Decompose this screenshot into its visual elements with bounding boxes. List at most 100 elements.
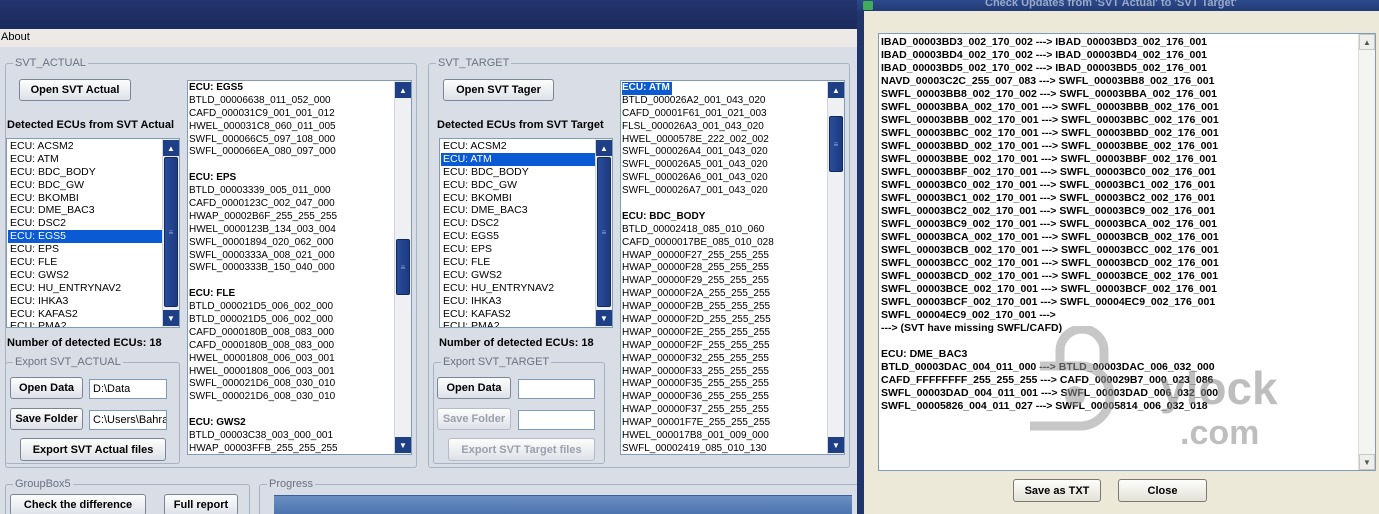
- report-line: SWFL_00003BCE_002_170_001 ---> SWFL_0000…: [881, 283, 1217, 295]
- list-item[interactable]: ECU: DME_BAC3: [8, 204, 162, 217]
- ecu-detail-line: CAFD_0000123C_002_047_000: [189, 198, 394, 211]
- line-text: HWEL_00001808_006_003_001: [189, 352, 335, 364]
- ecu-detail-line: CAFD_0000180B_008_083_000: [189, 340, 394, 353]
- list-item[interactable]: ECU: FLE: [8, 256, 162, 269]
- open-svt-target-button[interactable]: Open SVT Tager: [443, 79, 554, 101]
- ecu-list-target-scrollbar[interactable]: ▲ ≡ ▼: [595, 139, 612, 327]
- ecu-details-target-scrollbar[interactable]: ▲ ≡ ▼: [827, 81, 844, 454]
- ecu-detail-line: SWFL_0000333B_150_040_000: [189, 262, 394, 275]
- open-data-button-target[interactable]: Open Data: [437, 377, 511, 399]
- list-item[interactable]: ECU: BDC_BODY: [441, 166, 595, 179]
- list-item[interactable]: ECU: BKOMBI: [441, 192, 595, 205]
- scroll-down-icon[interactable]: ▼: [395, 437, 411, 453]
- list-item[interactable]: ECU: IHKA3: [8, 295, 162, 308]
- ecu-header-line: ECU: ATM: [622, 82, 827, 95]
- scroll-down-icon[interactable]: ▼: [596, 310, 612, 326]
- ecu-details-actual-scrollbar[interactable]: ▲ ≡ ▼: [394, 81, 411, 454]
- list-item[interactable]: ECU: EPS: [8, 243, 162, 256]
- ecu-detail-line: HWAP_00000F35_255_255_255: [622, 378, 827, 391]
- list-item[interactable]: ECU: HU_ENTRYNAV2: [8, 282, 162, 295]
- list-item[interactable]: ECU: ACSM2: [441, 140, 595, 153]
- list-item[interactable]: ECU: ACSM2: [8, 140, 162, 153]
- list-item[interactable]: ECU: ATM: [8, 153, 162, 166]
- list-item[interactable]: ECU: KAFAS2: [441, 308, 595, 321]
- close-button[interactable]: Close: [1118, 479, 1207, 502]
- export-svt-actual-button[interactable]: Export SVT Actual files: [20, 438, 166, 461]
- scroll-up-icon[interactable]: ▲: [596, 140, 612, 156]
- scroll-up-icon[interactable]: ▲: [163, 140, 179, 156]
- export-svt-target-button[interactable]: Export SVT Target files: [448, 438, 595, 461]
- dialog-left-frame: [857, 0, 864, 514]
- menu-about[interactable]: About: [1, 31, 30, 43]
- scroll-up-icon[interactable]: ▲: [395, 82, 411, 98]
- list-item[interactable]: ECU: EGS5: [8, 230, 162, 244]
- report-line: SWFL_00003BBB_002_170_001 ---> SWFL_0000…: [881, 114, 1219, 126]
- ecu-header-line: ECU: BDC_BODY: [622, 211, 827, 224]
- progress-bar: [274, 495, 852, 514]
- ecu-detail-line: SWFL_000066C5_097_108_000: [189, 134, 394, 147]
- save-as-txt-button[interactable]: Save as TXT: [1013, 479, 1101, 502]
- check-difference-button[interactable]: Check the difference: [10, 494, 146, 514]
- list-item[interactable]: ECU: IHKA3: [441, 295, 595, 308]
- list-item[interactable]: ECU: PMA2: [441, 320, 595, 327]
- scroll-up-icon[interactable]: ▲: [828, 82, 844, 98]
- report-line: NAVD_00003C2C_255_007_083 ---> SWFL_0000…: [881, 75, 1215, 87]
- list-item[interactable]: ECU: KAFAS2: [8, 308, 162, 321]
- ecu-list-actual-scrollbar[interactable]: ▲ ≡ ▼: [162, 139, 179, 327]
- line-text: ECU: GWS2: [189, 417, 246, 429]
- list-item[interactable]: ECU: DSC2: [441, 217, 595, 230]
- scroll-down-icon[interactable]: ▼: [828, 437, 844, 453]
- list-item[interactable]: ECU: EPS: [441, 243, 595, 256]
- ecu-details-actual[interactable]: ECU: EGS5 BTLD_00006638_011_052_000 CAFD_0…: [187, 80, 412, 455]
- open-data-button-actual[interactable]: Open Data: [10, 377, 83, 399]
- report-line: SWFL_00004EC9_002_170_001 --->: [881, 309, 1056, 321]
- ecu-list-actual[interactable]: ECU: ACSM2 ECU: ATM ECU: BDC_BODY ECU: BDC_…: [6, 138, 180, 328]
- line-text: SWFL_000066EA_080_097_000: [189, 146, 336, 158]
- line-text: BTLD_000021D5_006_002_000: [189, 301, 334, 313]
- list-item[interactable]: ECU: BKOMBI: [8, 192, 162, 205]
- ecu-list-target[interactable]: ECU: ACSM2 ECU: ATM ECU: BDC_BODY ECU: BDC_…: [439, 138, 613, 328]
- main-titlebar: [0, 0, 860, 29]
- open-data-path-actual[interactable]: D:\Data: [89, 379, 167, 399]
- scroll-down-icon[interactable]: ▼: [163, 310, 179, 326]
- line-text: SWFL_000026A5_001_043_020: [622, 159, 768, 171]
- list-item[interactable]: ECU: BDC_GW: [441, 179, 595, 192]
- save-folder-button-actual[interactable]: Save Folder: [10, 408, 83, 430]
- open-data-path-target[interactable]: [518, 379, 595, 399]
- list-item[interactable]: ECU: FLE: [441, 256, 595, 269]
- save-folder-path-actual[interactable]: C:\Users\Bahra: [89, 410, 167, 430]
- line-text: SWFL_00002419_085_010_130: [622, 442, 767, 454]
- list-item[interactable]: ECU: GWS2: [441, 269, 595, 282]
- watermark-subtext: .com: [1180, 414, 1259, 452]
- open-svt-actual-button[interactable]: Open SVT Actual: [19, 79, 131, 101]
- report-line: SWFL_00003BBC_002_170_001 ---> SWFL_0000…: [881, 127, 1219, 139]
- list-item[interactable]: ECU: GWS2: [8, 269, 162, 282]
- report-scrollbar[interactable]: ▲ ▼: [1358, 34, 1375, 470]
- list-item[interactable]: ECU: ATM: [441, 152, 595, 166]
- scroll-down-icon[interactable]: ▼: [1359, 454, 1375, 470]
- scroll-thumb[interactable]: ≡: [396, 239, 410, 295]
- ecu-details-target[interactable]: ECU: ATM BTLD_000026A2_001_043_020 CAFD_00…: [620, 80, 845, 455]
- line-text: FLSL_000026A3_001_043_020: [622, 120, 764, 132]
- scroll-thumb[interactable]: ≡: [597, 157, 611, 307]
- line-text: HWAP_00001F7E_255_255_255: [622, 417, 771, 429]
- list-item[interactable]: ECU: BDC_BODY: [8, 166, 162, 179]
- save-folder-path-target[interactable]: [518, 410, 595, 430]
- full-report-button[interactable]: Full report: [164, 494, 238, 514]
- list-item[interactable]: ECU: PMA2: [8, 320, 162, 327]
- list-item[interactable]: ECU: BDC_GW: [8, 179, 162, 192]
- scroll-up-icon[interactable]: ▲: [1359, 34, 1375, 50]
- list-item[interactable]: ECU: HU_ENTRYNAV2: [441, 282, 595, 295]
- ecu-detail-line: SWFL_000021D6_008_030_010: [189, 391, 394, 404]
- report-line: SWFL_00003BBA_002_170_001 ---> SWFL_0000…: [881, 101, 1219, 113]
- list-item[interactable]: ECU: DSC2: [8, 217, 162, 230]
- list-item[interactable]: ECU: EGS5: [441, 230, 595, 243]
- progress-group-title: Progress: [267, 478, 316, 491]
- scroll-thumb[interactable]: ≡: [829, 116, 843, 172]
- line-text: HWEL_000017B8_001_009_000: [622, 430, 769, 442]
- ecu-detail-line: SWFL_000066EA_080_097_000: [189, 146, 394, 159]
- line-text: BTLD_000026A2_001_043_020: [622, 94, 766, 106]
- save-folder-button-target[interactable]: Save Folder: [437, 408, 511, 430]
- list-item[interactable]: ECU: DME_BAC3: [441, 204, 595, 217]
- scroll-thumb[interactable]: ≡: [164, 157, 178, 307]
